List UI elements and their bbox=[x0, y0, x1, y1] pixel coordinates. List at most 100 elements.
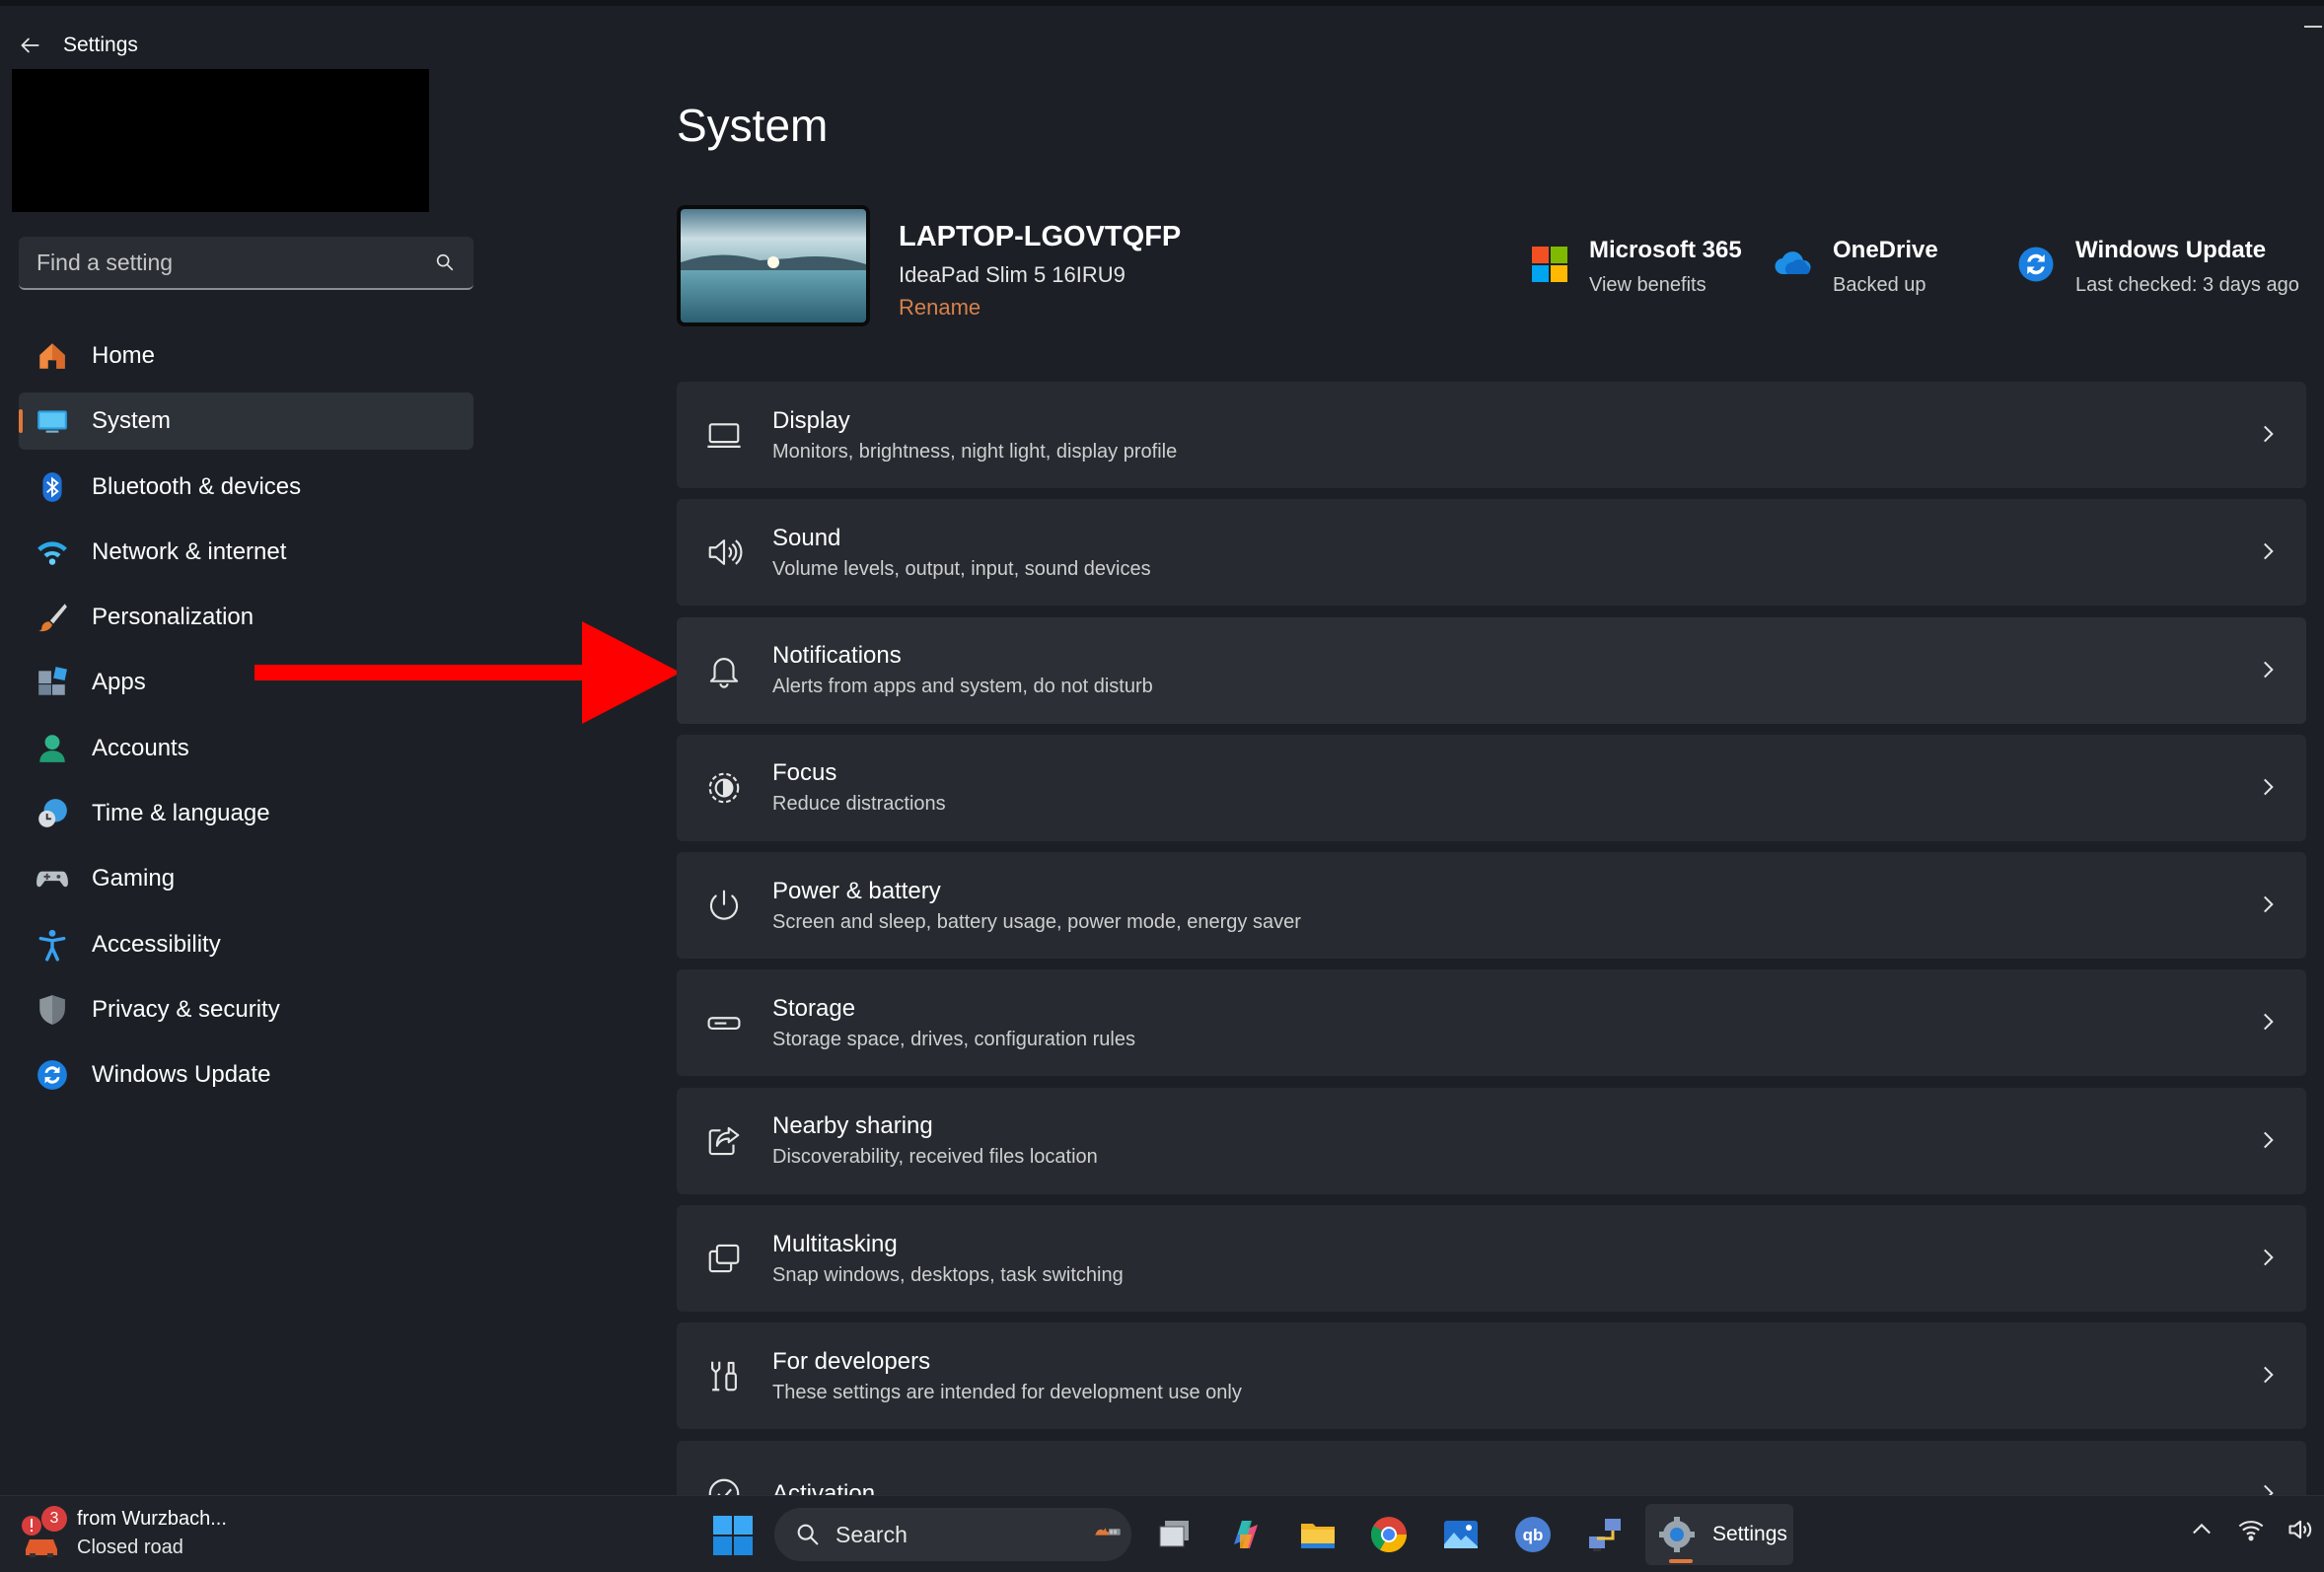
chevron-right-icon bbox=[2264, 1367, 2274, 1384]
find-setting-search[interactable] bbox=[19, 237, 473, 290]
search-input[interactable] bbox=[36, 249, 434, 276]
sidebar-item-bluetooth[interactable]: Bluetooth & devices bbox=[19, 459, 473, 516]
onedrive-tile[interactable]: OneDrive Backed up bbox=[1774, 237, 1938, 297]
setting-multitasking[interactable]: Multitasking Snap windows, desktops, tas… bbox=[677, 1205, 2306, 1313]
system-icon bbox=[35, 403, 70, 439]
sidebar-item-label: Home bbox=[92, 342, 156, 369]
setting-description: Screen and sleep, battery usage, power m… bbox=[772, 910, 1301, 933]
chevron-up-icon[interactable] bbox=[2188, 1516, 2215, 1543]
sidebar-item-network[interactable]: Network & internet bbox=[19, 524, 473, 581]
taskbar-settings-app[interactable]: Settings bbox=[1645, 1504, 1793, 1565]
setting-display[interactable]: Display Monitors, brightness, night ligh… bbox=[677, 382, 2306, 488]
setting-notifications[interactable]: Notifications Alerts from apps and syste… bbox=[677, 616, 2306, 724]
bluetooth-icon bbox=[35, 469, 70, 505]
sidebar-item-label: Personalization bbox=[92, 604, 254, 631]
setting-description: Snap windows, desktops, task switching bbox=[772, 1263, 1124, 1286]
network-tool-button[interactable] bbox=[1580, 1510, 1630, 1559]
sidebar-item-privacy[interactable]: Privacy & security bbox=[19, 981, 473, 1038]
wallpaper-image bbox=[681, 209, 866, 322]
wifi-icon bbox=[35, 535, 70, 570]
chrome-button[interactable] bbox=[1364, 1510, 1414, 1559]
copilot-button[interactable] bbox=[1221, 1510, 1271, 1559]
system-tray bbox=[2188, 1516, 2314, 1543]
account-profile-redacted[interactable] bbox=[12, 69, 429, 212]
red-annotation-arrow bbox=[254, 621, 681, 724]
sidebar-item-label: Privacy & security bbox=[92, 995, 280, 1023]
search-highlight-art-icon bbox=[1095, 1528, 1121, 1536]
setting-description: Alerts from apps and system, do not dist… bbox=[772, 676, 1153, 698]
service-title: Microsoft 365 bbox=[1589, 237, 1742, 263]
chevron-right-icon bbox=[2264, 661, 2274, 678]
qbittorrent-button[interactable]: qb bbox=[1508, 1510, 1558, 1559]
setting-nearby-sharing[interactable]: Nearby sharing Discoverability, received… bbox=[677, 1087, 2306, 1194]
setting-title: Display bbox=[772, 406, 850, 434]
gamepad-icon bbox=[35, 861, 70, 896]
page-title: System bbox=[677, 100, 829, 151]
service-subtitle: Last checked: 3 days ago bbox=[2075, 274, 2299, 296]
sidebar-item-label: Apps bbox=[92, 669, 146, 696]
minimize-button[interactable] bbox=[2294, 14, 2324, 34]
sidebar-item-accounts[interactable]: Accounts bbox=[19, 720, 473, 777]
setting-description: These settings are intended for developm… bbox=[772, 1381, 1242, 1403]
sidebar-item-gaming[interactable]: Gaming bbox=[19, 850, 473, 907]
file-explorer-icon bbox=[1301, 1524, 1335, 1548]
sidebar-item-windows-update[interactable]: Windows Update bbox=[19, 1046, 473, 1104]
task-view-icon bbox=[1159, 1521, 1189, 1547]
shield-icon bbox=[35, 992, 70, 1028]
setting-sound[interactable]: Sound Volume levels, output, input, soun… bbox=[677, 499, 2306, 607]
sidebar-item-label: System bbox=[92, 407, 172, 435]
multitasking-icon bbox=[704, 1239, 744, 1278]
svg-text:qb: qb bbox=[1523, 1526, 1544, 1544]
chevron-right-icon bbox=[2264, 778, 2274, 796]
setting-title: Focus bbox=[772, 759, 837, 787]
back-button[interactable] bbox=[0, 24, 59, 67]
setting-description: Discoverability, received files location bbox=[772, 1146, 1098, 1169]
sidebar-item-label: Network & internet bbox=[92, 537, 287, 565]
setting-power-battery[interactable]: Power & battery Screen and sleep, batter… bbox=[677, 852, 2306, 960]
service-subtitle: View benefits bbox=[1589, 274, 1707, 296]
setting-for-developers[interactable]: For developers These settings are intend… bbox=[677, 1322, 2306, 1430]
window-top-edge bbox=[0, 0, 2324, 6]
photos-button[interactable] bbox=[1436, 1510, 1486, 1559]
setting-storage[interactable]: Storage Storage space, drives, configura… bbox=[677, 969, 2306, 1077]
service-title: OneDrive bbox=[1833, 237, 1938, 263]
clock-globe-icon bbox=[35, 796, 70, 831]
sidebar-item-label: Windows Update bbox=[92, 1061, 271, 1089]
sidebar-item-system[interactable]: System bbox=[19, 393, 473, 451]
focus-icon bbox=[704, 768, 744, 808]
windows-start-icon[interactable] bbox=[712, 1515, 754, 1556]
sidebar-item-label: Accessibility bbox=[92, 930, 221, 958]
network-tool-icon bbox=[1589, 1519, 1621, 1551]
active-app-indicator bbox=[1669, 1559, 1693, 1563]
gear-icon bbox=[1659, 1517, 1695, 1552]
rename-link[interactable]: Rename bbox=[899, 295, 980, 321]
traffic-alert-icon: 3 bbox=[20, 1506, 67, 1561]
speaker-icon[interactable] bbox=[2287, 1516, 2314, 1543]
weather-widget[interactable]: 3 from Wurzbach... Closed road bbox=[20, 1506, 227, 1561]
setting-title: Sound bbox=[772, 524, 841, 551]
apps-icon bbox=[35, 665, 70, 700]
taskbar-search[interactable]: Search bbox=[774, 1508, 1131, 1561]
file-explorer-button[interactable] bbox=[1293, 1510, 1343, 1559]
setting-title: Multitasking bbox=[772, 1230, 898, 1257]
setting-title: Power & battery bbox=[772, 877, 941, 904]
microsoft-365-tile[interactable]: Microsoft 365 View benefits bbox=[1530, 237, 1742, 297]
chevron-right-icon bbox=[2264, 1131, 2274, 1149]
search-icon bbox=[436, 253, 454, 271]
sidebar-item-time-language[interactable]: Time & language bbox=[19, 785, 473, 842]
settings-window: Settings Home System Bluetooth & devices bbox=[0, 0, 2324, 1547]
wifi-icon[interactable] bbox=[2237, 1516, 2265, 1543]
setting-focus[interactable]: Focus Reduce distractions bbox=[677, 734, 2306, 841]
setting-title: Nearby sharing bbox=[772, 1112, 933, 1140]
chevron-right-icon bbox=[2264, 543, 2274, 560]
chevron-right-icon bbox=[2264, 1014, 2274, 1031]
windows-update-tile[interactable]: Windows Update Last checked: 3 days ago bbox=[2016, 237, 2299, 297]
chrome-icon bbox=[1370, 1517, 1407, 1553]
search-icon bbox=[797, 1524, 819, 1545]
setting-description: Reduce distractions bbox=[772, 793, 946, 816]
sidebar-item-accessibility[interactable]: Accessibility bbox=[19, 916, 473, 973]
taskbar: 3 from Wurzbach... Closed road Search qb bbox=[0, 1495, 2324, 1572]
home-icon bbox=[35, 338, 70, 374]
task-view-button[interactable] bbox=[1150, 1510, 1199, 1559]
sidebar-item-home[interactable]: Home bbox=[19, 327, 473, 385]
